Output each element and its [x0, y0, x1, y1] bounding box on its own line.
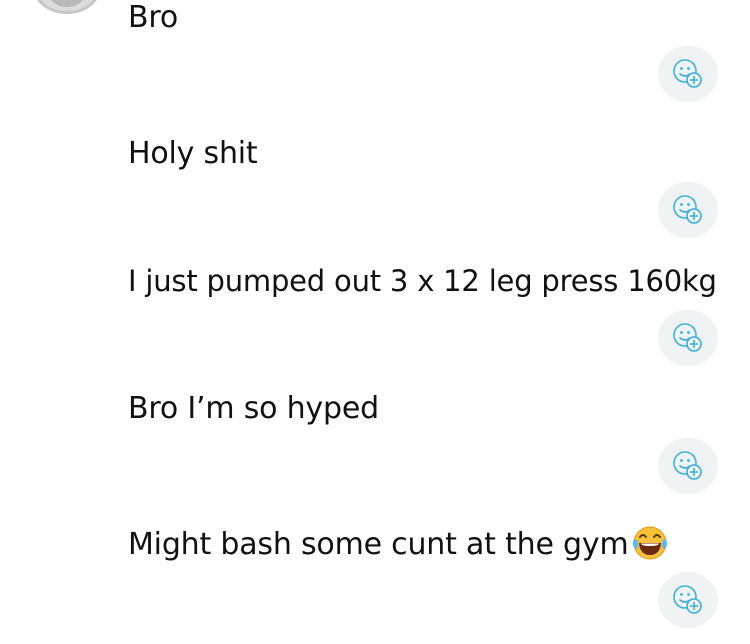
message-text: Holy shit [128, 136, 258, 171]
add-reaction-button[interactable] [658, 182, 718, 238]
message: Might bash some cunt at the gym [128, 522, 670, 563]
add-reaction-button[interactable] [658, 572, 718, 628]
add-reaction-button[interactable] [658, 438, 718, 494]
face-with-tears-of-joy-emoji [633, 526, 668, 560]
message-text: Bro [128, 0, 179, 35]
message-text: I just pumped out 3 x 12 leg press 160kg [128, 264, 717, 298]
add-reaction-icon [673, 195, 702, 224]
message-text: Bro I’m so hyped [128, 391, 379, 426]
message-text: Might bash some cunt at the gym [128, 527, 629, 562]
add-reaction-button[interactable] [658, 46, 718, 102]
chat-thread: Bro Holy shit I just pumped out 3 x 12 l… [0, 0, 750, 644]
add-reaction-icon [673, 323, 702, 352]
sender-avatar[interactable] [34, 0, 100, 14]
add-reaction-icon [673, 59, 702, 88]
add-reaction-button[interactable] [658, 310, 718, 366]
add-reaction-icon [673, 451, 702, 480]
add-reaction-icon [673, 585, 702, 614]
